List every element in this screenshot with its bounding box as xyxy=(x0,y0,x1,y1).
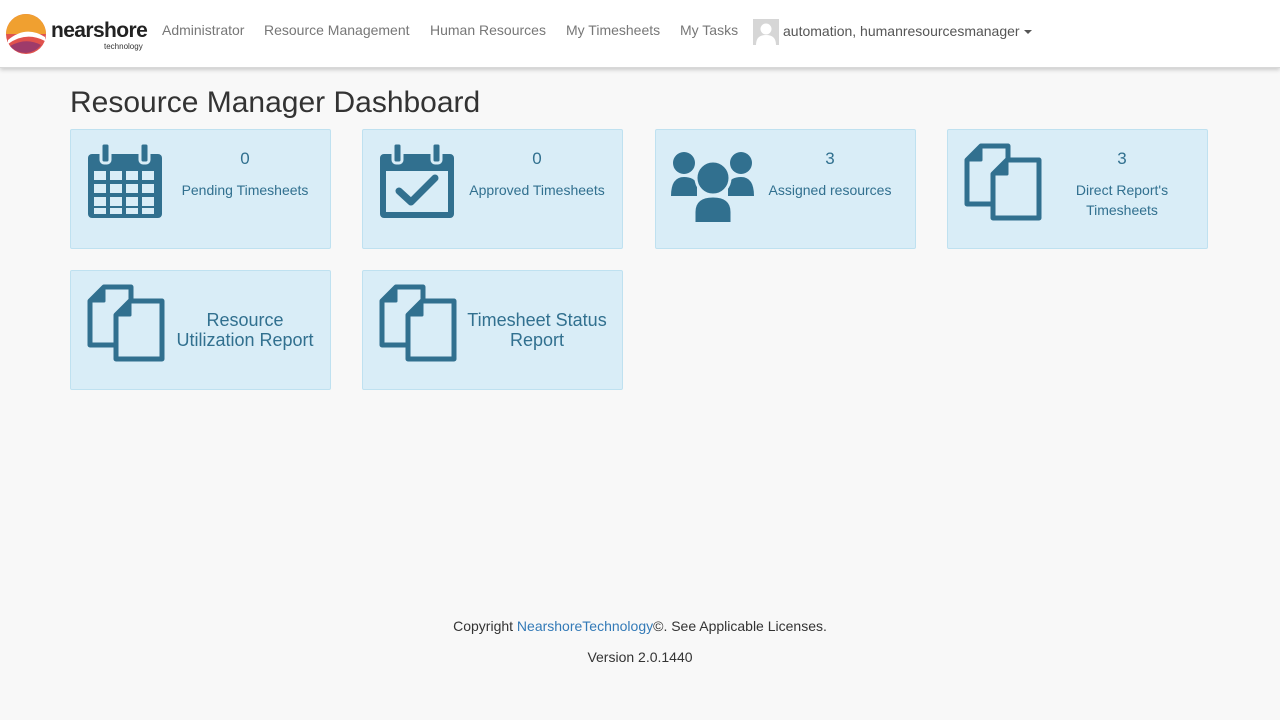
company-link[interactable]: NearshoreTechnology xyxy=(517,618,653,634)
tile-direct-reports-timesheets[interactable]: 3 Direct Report's Timesheets xyxy=(947,129,1208,249)
page-title: Resource Manager Dashboard xyxy=(70,86,481,119)
copyright-prefix: Copyright xyxy=(453,618,517,634)
nav-item-administrator[interactable]: Administrator xyxy=(162,21,244,39)
brand-logo[interactable]: nearshore technology xyxy=(5,13,150,57)
tile-resource-utilization-report[interactable]: Resource Utilization Report xyxy=(70,270,331,390)
nearshore-logo-icon xyxy=(6,14,46,54)
tile-timesheet-status-report[interactable]: Timesheet Status Report xyxy=(362,270,623,390)
tile-label: Assigned resources xyxy=(768,182,892,198)
footer-version: Version 2.0.1440 xyxy=(587,649,693,665)
nav-item-resource-management[interactable]: Resource Management xyxy=(264,21,410,39)
footer-copyright: Copyright NearshoreTechnology©. See Appl… xyxy=(0,617,1280,635)
user-silhouette-icon xyxy=(753,19,779,45)
tile-pending-timesheets[interactable]: 0 Pending Timesheets xyxy=(70,129,331,249)
calendar-check-icon xyxy=(380,141,454,218)
brand-tagline: technology xyxy=(104,42,143,51)
nav-item-my-timesheets[interactable]: My Timesheets xyxy=(566,21,660,39)
users-icon xyxy=(671,152,754,222)
nav-item-my-tasks[interactable]: My Tasks xyxy=(680,21,738,39)
chevron-down-icon xyxy=(1024,30,1032,34)
tile-assigned-resources[interactable]: 3 Assigned resources xyxy=(655,129,916,249)
tile-count: 3 xyxy=(825,149,835,168)
top-navbar: nearshore technology Administrator Resou… xyxy=(0,0,1280,68)
documents-icon xyxy=(87,284,165,362)
tile-count: 0 xyxy=(532,149,542,168)
tile-approved-timesheets[interactable]: 0 Approved Timesheets xyxy=(362,129,623,249)
tile-label: Pending Timesheets xyxy=(181,182,309,198)
brand-name: nearshore xyxy=(51,19,148,42)
documents-icon xyxy=(379,284,457,362)
tile-label: Approved Timesheets xyxy=(469,182,605,198)
calendar-icon xyxy=(88,141,162,218)
tile-count: 3 xyxy=(1117,149,1127,168)
tile-label: Direct Report's Timesheets xyxy=(1075,182,1169,218)
avatar xyxy=(753,19,779,45)
nav-item-human-resources[interactable]: Human Resources xyxy=(430,21,546,39)
tile-count: 0 xyxy=(240,149,250,168)
documents-icon xyxy=(964,143,1042,221)
copyright-suffix: ©. See Applicable Licenses. xyxy=(653,618,827,634)
tile-label: Timesheet Status Report xyxy=(467,310,607,350)
tile-label: Resource Utilization Report xyxy=(176,310,314,350)
user-name: automation, humanresourcesmanager xyxy=(783,23,1020,39)
